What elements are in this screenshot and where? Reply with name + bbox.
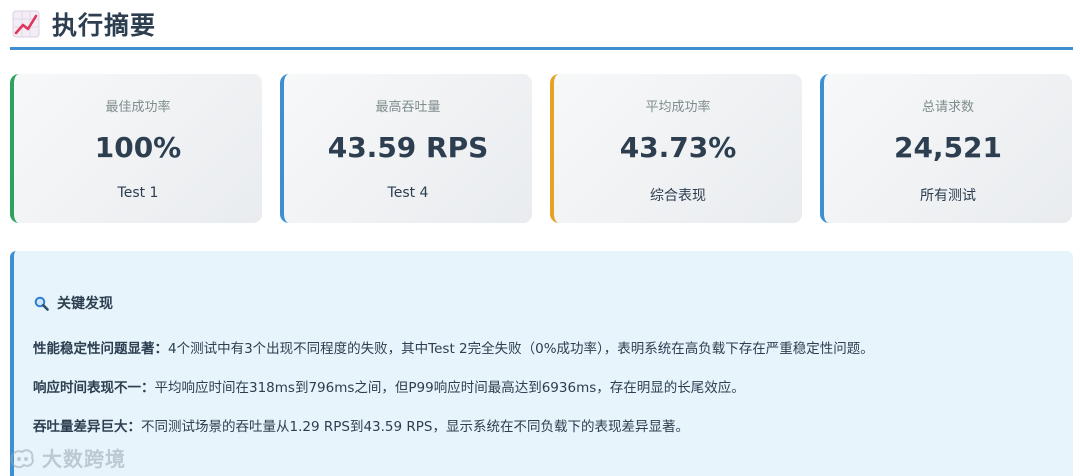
finding-text: 不同测试场景的吞吐量从1.29 RPS到43.59 RPS，显示系统在不同负载下…: [141, 419, 689, 435]
finding-item: 响应时间表现不一：平均响应时间在318ms到796ms之间，但P99响应时间最高…: [33, 376, 1063, 396]
section-header: 执行摘要: [10, 0, 1073, 50]
card-value: 24,521: [893, 131, 1003, 164]
card-label: 总请求数: [921, 100, 974, 115]
watermark-text: 大数跨境: [42, 447, 126, 471]
card-value: 100%: [94, 131, 182, 164]
key-findings-panel: 关键发现 性能稳定性问题显著：4个测试中有3个出现不同程度的失败，其中Test …: [10, 251, 1073, 476]
card-avg-success-rate: 平均成功率 43.73% 综合表现: [550, 74, 802, 223]
card-sub: Test 4: [387, 185, 429, 201]
card-label: 最高吞吐量: [375, 100, 441, 115]
magnifier-icon: [34, 296, 49, 311]
finding-heading: 性能稳定性问题显著：: [33, 341, 168, 357]
finding-item: 吞吐量差异巨大：不同测试场景的吞吐量从1.29 RPS到43.59 RPS，显示…: [33, 415, 1063, 435]
finding-heading: 吞吐量差异巨大：: [33, 419, 141, 435]
card-sub: 所有测试: [920, 188, 976, 204]
card-total-requests: 总请求数 24,521 所有测试: [820, 74, 1072, 223]
watermark-logo-icon: [10, 448, 34, 468]
card-sub: 综合表现: [650, 188, 706, 204]
card-value: 43.73%: [619, 131, 737, 164]
card-label: 平均成功率: [645, 100, 711, 115]
finding-item: 性能稳定性问题显著：4个测试中有3个出现不同程度的失败，其中Test 2完全失败…: [33, 337, 1063, 357]
chart-increasing-icon: [12, 10, 40, 37]
watermark: 大数跨境: [8, 443, 126, 472]
finding-text: 4个测试中有3个出现不同程度的失败，其中Test 2完全失败（0%成功率），表明…: [168, 341, 874, 357]
card-best-success-rate: 最佳成功率 100% Test 1: [10, 74, 262, 223]
key-findings-title: 关键发现: [34, 293, 113, 313]
card-sub: Test 1: [117, 185, 159, 201]
key-findings-title-text: 关键发现: [57, 296, 113, 312]
card-label: 最佳成功率: [105, 100, 171, 115]
card-value: 43.59 RPS: [327, 131, 489, 164]
summary-cards: 最佳成功率 100% Test 1 最高吞吐量 43.59 RPS Test 4…: [10, 74, 1073, 223]
card-max-throughput: 最高吞吐量 43.59 RPS Test 4: [280, 74, 532, 223]
finding-heading: 响应时间表现不一：: [33, 380, 155, 396]
finding-text: 平均响应时间在318ms到796ms之间，但P99响应时间最高达到6936ms，…: [154, 380, 745, 396]
page-title: 执行摘要: [52, 10, 157, 40]
